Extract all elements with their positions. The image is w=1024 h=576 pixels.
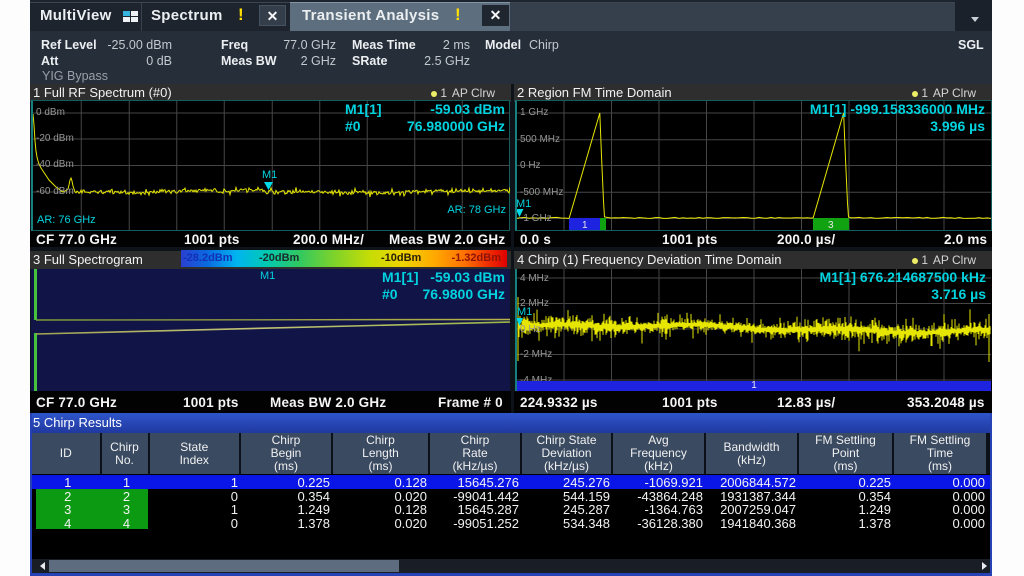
svg-text:1: 1 (582, 220, 588, 230)
svg-text:3: 3 (828, 220, 834, 230)
